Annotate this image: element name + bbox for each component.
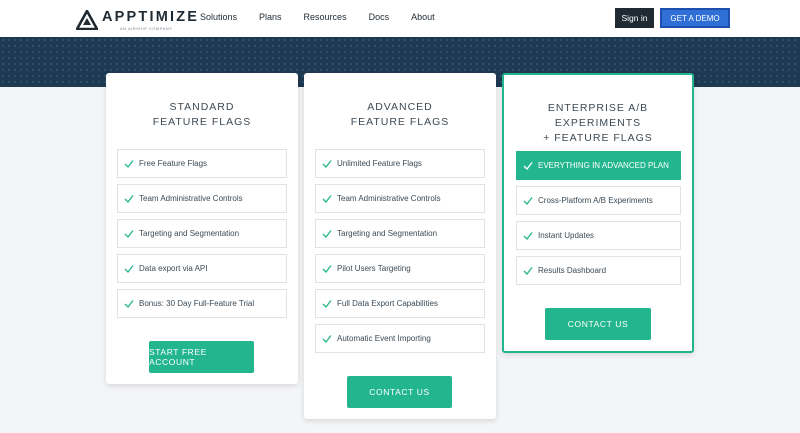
nav-docs[interactable]: Docs xyxy=(369,12,390,22)
nav-about[interactable]: About xyxy=(411,12,435,22)
plan-title: ADVANCED FEATURE FLAGS xyxy=(304,100,496,130)
apptimize-logo[interactable]: APPTIMIZE AN AIRSHIP COMPANY xyxy=(76,8,206,34)
check-icon xyxy=(124,264,134,273)
feature-item: Targeting and Segmentation xyxy=(315,219,485,248)
feature-item: Automatic Event Importing xyxy=(315,324,485,353)
brand-name: APPTIMIZE xyxy=(102,9,200,25)
feature-item: Bonus: 30 Day Full-Feature Trial xyxy=(117,289,287,318)
plan-card-enterprise: ENTERPRISE A/B EXPERIMENTS + FEATURE FLA… xyxy=(502,73,694,353)
feature-label: Results Dashboard xyxy=(538,266,607,275)
feature-label: Targeting and Segmentation xyxy=(139,229,240,238)
check-icon xyxy=(124,299,134,308)
check-icon xyxy=(322,194,332,203)
feature-label: Free Feature Flags xyxy=(139,159,208,168)
feature-label: Team Administrative Controls xyxy=(139,194,243,203)
site-header: APPTIMIZE AN AIRSHIP COMPANY Solutions P… xyxy=(0,0,800,37)
check-icon xyxy=(523,161,533,170)
feature-item: Team Administrative Controls xyxy=(315,184,485,213)
plan-title-line: + FEATURE FLAGS xyxy=(543,132,653,144)
check-icon xyxy=(322,299,332,308)
plan-title: ENTERPRISE A/B EXPERIMENTS + FEATURE FLA… xyxy=(504,101,692,146)
check-icon xyxy=(523,231,533,240)
check-icon xyxy=(322,159,332,168)
feature-item: Targeting and Segmentation xyxy=(117,219,287,248)
brand-tagline: AN AIRSHIP COMPANY xyxy=(120,26,173,31)
plan-title-line: ENTERPRISE A/B EXPERIMENTS xyxy=(547,102,649,129)
feature-list: EVERYTHING IN ADVANCED PLAN Cross-Platfo… xyxy=(516,151,681,291)
feature-label: Data export via API xyxy=(139,264,208,273)
feature-item-highlight: EVERYTHING IN ADVANCED PLAN xyxy=(516,151,681,180)
feature-label: Automatic Event Importing xyxy=(337,334,431,343)
feature-label: Pilot Users Targeting xyxy=(337,264,411,273)
check-icon xyxy=(322,264,332,273)
contact-us-button[interactable]: CONTACT US xyxy=(545,308,651,340)
start-free-account-button[interactable]: START FREE ACCOUNT xyxy=(149,341,254,373)
feature-label: Cross-Platform A/B Experiments xyxy=(538,196,653,205)
feature-label: Bonus: 30 Day Full-Feature Trial xyxy=(139,299,255,308)
feature-item: Instant Updates xyxy=(516,221,681,250)
feature-item: Full Data Export Capabilities xyxy=(315,289,485,318)
plan-title-line: FEATURE FLAGS xyxy=(152,116,252,128)
check-icon xyxy=(124,194,134,203)
plan-card-standard: STANDARD FEATURE FLAGS Free Feature Flag… xyxy=(106,73,298,384)
plan-title: STANDARD FEATURE FLAGS xyxy=(106,100,298,130)
feature-item: Data export via API xyxy=(117,254,287,283)
check-icon xyxy=(322,334,332,343)
feature-item: Unlimited Feature Flags xyxy=(315,149,485,178)
feature-item: Free Feature Flags xyxy=(117,149,287,178)
feature-label: Instant Updates xyxy=(538,231,595,240)
check-icon xyxy=(523,196,533,205)
feature-item: Results Dashboard xyxy=(516,256,681,285)
feature-item: Pilot Users Targeting xyxy=(315,254,485,283)
get-a-demo-button[interactable]: GET A DEMO xyxy=(660,8,730,28)
feature-label: EVERYTHING IN ADVANCED PLAN xyxy=(538,161,669,170)
check-icon xyxy=(322,229,332,238)
contact-us-button[interactable]: CONTACT US xyxy=(347,376,452,408)
check-icon xyxy=(523,266,533,275)
feature-list: Free Feature Flags Team Administrative C… xyxy=(117,149,287,324)
plan-title-line: STANDARD xyxy=(169,101,235,113)
check-icon xyxy=(124,229,134,238)
feature-label: Team Administrative Controls xyxy=(337,194,441,203)
nav-resources[interactable]: Resources xyxy=(304,12,347,22)
feature-label: Targeting and Segmentation xyxy=(337,229,438,238)
plan-title-line: ADVANCED xyxy=(367,101,433,113)
main-nav: Solutions Plans Resources Docs About xyxy=(200,12,457,22)
check-icon xyxy=(124,159,134,168)
feature-label: Unlimited Feature Flags xyxy=(337,159,422,168)
feature-list: Unlimited Feature Flags Team Administrat… xyxy=(315,149,485,359)
logo-mark-icon xyxy=(76,10,98,30)
plan-title-line: FEATURE FLAGS xyxy=(350,116,450,128)
plan-card-advanced: ADVANCED FEATURE FLAGS Unlimited Feature… xyxy=(304,73,496,419)
feature-label: Full Data Export Capabilities xyxy=(337,299,438,308)
feature-item: Cross-Platform A/B Experiments xyxy=(516,186,681,215)
sign-in-button[interactable]: Sign in xyxy=(615,8,654,28)
nav-plans[interactable]: Plans xyxy=(259,12,282,22)
feature-item: Team Administrative Controls xyxy=(117,184,287,213)
nav-solutions[interactable]: Solutions xyxy=(200,12,237,22)
